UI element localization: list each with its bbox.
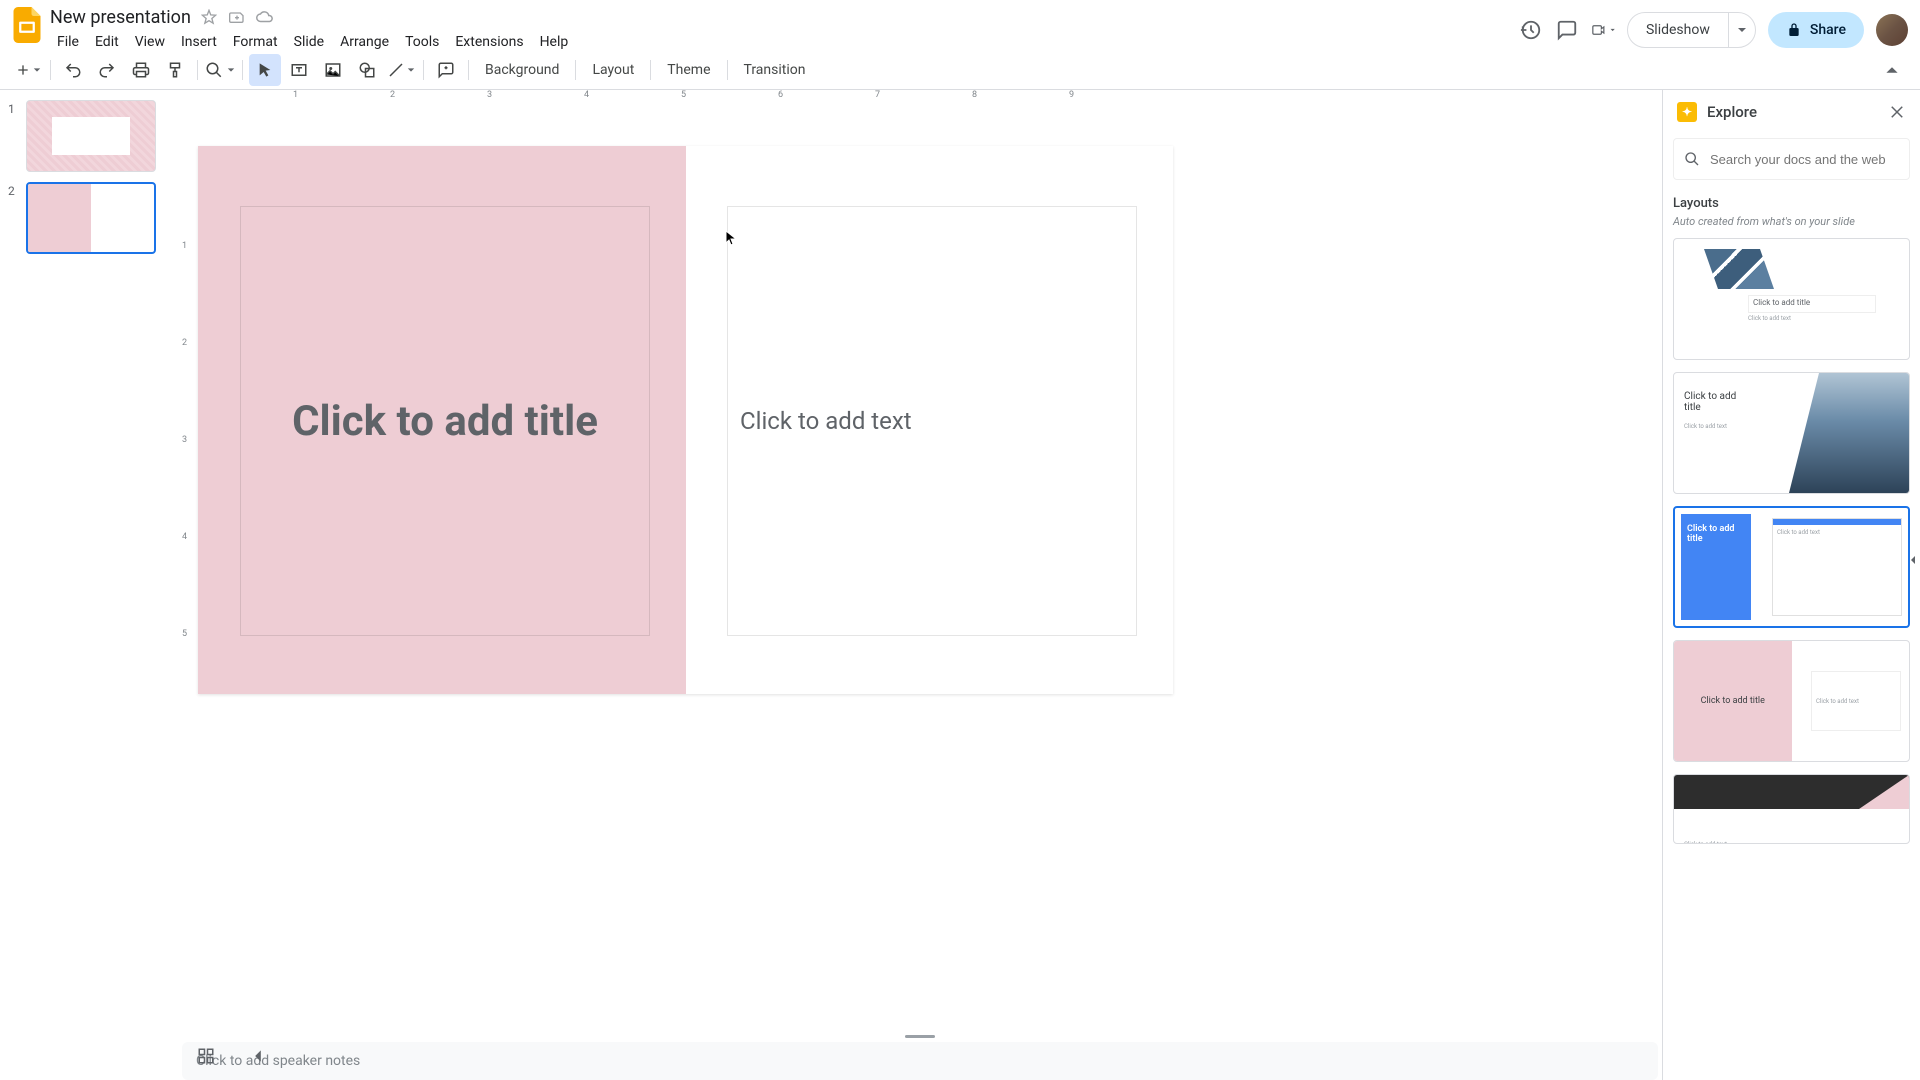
explore-panel: ✦ Explore Layouts Auto created from what… <box>1662 90 1920 1080</box>
filmstrip: 1 2 <box>0 90 178 1080</box>
paint-format-button[interactable] <box>159 54 191 86</box>
redo-button[interactable] <box>91 54 123 86</box>
collapse-filmstrip-button[interactable] <box>242 1040 274 1072</box>
move-icon[interactable] <box>227 7 247 27</box>
shape-tool[interactable] <box>351 54 383 86</box>
close-button[interactable] <box>1888 103 1906 121</box>
speaker-notes[interactable]: Click to add speaker notes <box>182 1042 1658 1080</box>
slide-thumb-2[interactable] <box>26 182 156 254</box>
slide-canvas[interactable]: Click to add title Click to add text <box>198 146 1173 694</box>
explore-search[interactable] <box>1673 138 1910 180</box>
slideshow-button[interactable]: Slideshow <box>1628 13 1728 47</box>
layouts-subheading: Auto created from what's on your slide <box>1673 215 1910 228</box>
theme-button[interactable]: Theme <box>657 54 720 86</box>
body-text: Click to add text <box>740 407 912 435</box>
comment-tool[interactable] <box>430 54 462 86</box>
share-button[interactable]: Share <box>1768 12 1864 48</box>
title-text: Click to add title <box>292 397 598 446</box>
slideshow-dropdown[interactable] <box>1728 13 1755 47</box>
menu-help[interactable]: Help <box>533 30 576 54</box>
share-label: Share <box>1810 22 1846 38</box>
print-button[interactable] <box>125 54 157 86</box>
title-area: New presentation File Edit View Insert F… <box>50 6 1519 54</box>
slide-thumb-1[interactable] <box>26 100 156 172</box>
menu-edit[interactable]: Edit <box>88 30 126 54</box>
body-placeholder[interactable]: Click to add text <box>727 206 1137 636</box>
menu-format[interactable]: Format <box>226 30 285 54</box>
layout-suggestion-4[interactable]: Click to add title Click to add text <box>1673 640 1910 762</box>
transition-button[interactable]: Transition <box>734 54 816 86</box>
search-input[interactable] <box>1710 152 1899 167</box>
doc-title[interactable]: New presentation <box>50 7 191 28</box>
grid-view-button[interactable] <box>190 1040 222 1072</box>
toolbar: Background Layout Theme Transition <box>0 50 1920 90</box>
menu-slide[interactable]: Slide <box>287 30 331 54</box>
cloud-icon[interactable] <box>255 7 275 27</box>
select-tool[interactable] <box>249 54 281 86</box>
search-icon <box>1684 151 1700 167</box>
layout-suggestion-2[interactable]: Click to add title Click to add text <box>1673 372 1910 494</box>
horizontal-ruler[interactable]: 1 2 3 4 5 6 7 8 9 <box>196 90 1662 108</box>
layout-suggestion-1[interactable]: Click to add title Click to add text <box>1673 238 1910 360</box>
menu-file[interactable]: File <box>50 30 86 54</box>
background-button[interactable]: Background <box>475 54 569 86</box>
menu-tools[interactable]: Tools <box>398 30 446 54</box>
slideshow-button-group: Slideshow <box>1627 12 1756 48</box>
explore-title: Explore <box>1707 103 1878 121</box>
undo-button[interactable] <box>57 54 89 86</box>
thumb-number: 1 <box>8 100 20 116</box>
textbox-tool[interactable] <box>283 54 315 86</box>
app-header: New presentation File Edit View Insert F… <box>0 0 1920 50</box>
title-placeholder[interactable]: Click to add title <box>240 206 650 636</box>
new-slide-button[interactable] <box>12 54 44 86</box>
comment-icon[interactable] <box>1555 18 1579 42</box>
thumb-number: 2 <box>8 182 20 198</box>
user-avatar[interactable] <box>1876 14 1908 46</box>
menu-arrange[interactable]: Arrange <box>333 30 396 54</box>
star-icon[interactable] <box>199 7 219 27</box>
layout-suggestion-3[interactable]: Click to add title Click to add text <box>1673 506 1910 628</box>
slides-logo[interactable] <box>12 6 42 44</box>
history-icon[interactable] <box>1519 18 1543 42</box>
menu-bar: File Edit View Insert Format Slide Arran… <box>50 30 1519 54</box>
line-tool[interactable] <box>385 54 417 86</box>
menu-extensions[interactable]: Extensions <box>448 30 530 54</box>
side-panel-toggle[interactable] <box>1906 540 1920 580</box>
main-area: 1 2 1 2 3 4 5 6 7 8 9 1 2 3 4 5 <box>0 90 1920 1080</box>
explore-body: Layouts Auto created from what's on your… <box>1663 184 1920 1080</box>
notes-resize-handle[interactable] <box>905 1035 935 1038</box>
layout-button[interactable]: Layout <box>582 54 644 86</box>
header-right: Slideshow Share <box>1519 6 1908 48</box>
meet-icon[interactable] <box>1591 18 1615 42</box>
layouts-heading: Layouts <box>1673 196 1910 211</box>
vertical-ruler[interactable]: 1 2 3 4 5 <box>178 108 196 1080</box>
layout-suggestion-5[interactable]: Click to add title Click to add text <box>1673 774 1910 844</box>
zoom-button[interactable] <box>204 54 236 86</box>
canvas-area: 1 2 3 4 5 6 7 8 9 1 2 3 4 5 Click to add… <box>178 90 1662 1080</box>
explore-icon: ✦ <box>1677 102 1697 122</box>
menu-view[interactable]: View <box>128 30 172 54</box>
image-tool[interactable] <box>317 54 349 86</box>
menu-insert[interactable]: Insert <box>174 30 224 54</box>
collapse-toolbar-button[interactable] <box>1876 54 1908 86</box>
lock-icon <box>1786 22 1802 38</box>
